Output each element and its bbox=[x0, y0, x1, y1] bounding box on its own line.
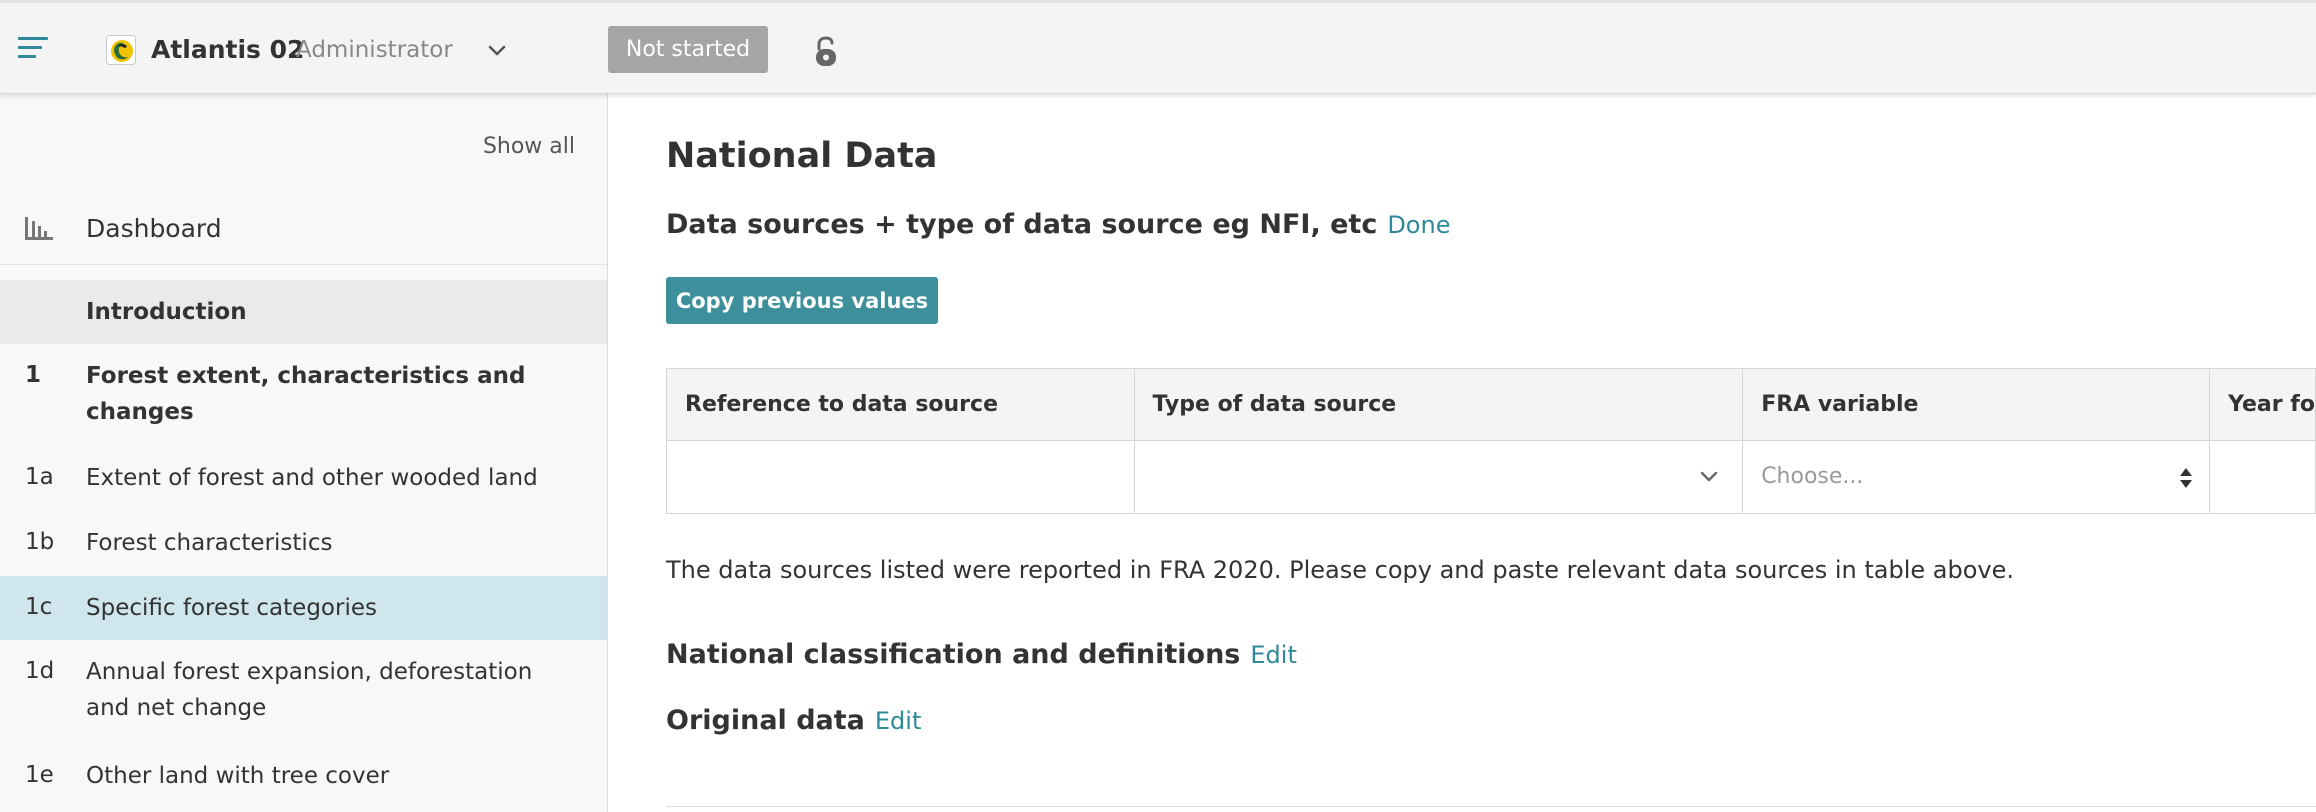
divider bbox=[666, 806, 2316, 807]
column-header-type: Type of data source bbox=[1133, 368, 1744, 441]
column-header-reference: Reference to data source bbox=[666, 368, 1135, 441]
sidebar-item-1b[interactable]: 1b Forest characteristics bbox=[0, 512, 607, 576]
sidebar-item-label: Forest extent, characteristics and chang… bbox=[86, 363, 526, 425]
type-select[interactable] bbox=[1133, 440, 1744, 514]
column-header-year: Year fo bbox=[2209, 368, 2316, 441]
sidebar-item-number: 1a bbox=[25, 464, 54, 490]
show-all-button[interactable]: Show all bbox=[483, 134, 575, 159]
national-classification-heading: National classification and definitions E… bbox=[666, 639, 1297, 670]
status-badge: Not started bbox=[608, 26, 768, 73]
sidebar-item-number: 1d bbox=[25, 658, 55, 684]
original-data-heading: Original data Edit bbox=[666, 705, 921, 736]
sidebar-item-label: Extent of forest and other wooded land bbox=[86, 465, 538, 491]
sidebar-item-number: 1c bbox=[25, 594, 53, 620]
reference-cell[interactable] bbox=[666, 440, 1135, 514]
sidebar-item-number: 1b bbox=[25, 529, 55, 555]
top-bar: Atlantis 02 Administrator Not started bbox=[0, 0, 2316, 94]
sidebar: Show all Dashboard Introduction 1 Forest… bbox=[0, 94, 608, 812]
page-title: National Data bbox=[666, 136, 938, 176]
sidebar-item-1a[interactable]: 1a Extent of forest and other wooded lan… bbox=[0, 448, 607, 512]
table-row: Choose... bbox=[666, 440, 2316, 514]
sort-arrows-icon bbox=[2180, 468, 2193, 488]
sidebar-item-introduction[interactable]: Introduction bbox=[0, 280, 607, 344]
sidebar-item-number: 1e bbox=[25, 762, 54, 788]
done-link[interactable]: Done bbox=[1387, 211, 1450, 239]
sidebar-item-label: Specific forest categories bbox=[86, 595, 377, 621]
divider bbox=[0, 264, 607, 265]
chevron-down-icon bbox=[1700, 471, 1718, 482]
menu-icon[interactable] bbox=[18, 37, 48, 59]
sidebar-item-1d[interactable]: 1d Annual forest expansion, deforestatio… bbox=[0, 640, 607, 746]
chevron-down-icon[interactable] bbox=[486, 39, 508, 61]
table-header-row: Reference to data source Type of data so… bbox=[666, 368, 2316, 441]
year-cell[interactable] bbox=[2209, 440, 2316, 514]
unlock-icon[interactable] bbox=[813, 36, 839, 68]
bar-chart-icon bbox=[25, 217, 53, 240]
sidebar-item-1e[interactable]: 1e Other land with tree cover bbox=[0, 746, 607, 810]
sidebar-item-label: Introduction bbox=[86, 299, 247, 325]
sidebar-item-dashboard[interactable]: Dashboard bbox=[0, 190, 607, 262]
sidebar-item-1c[interactable]: 1c Specific forest categories bbox=[0, 576, 607, 640]
column-header-fra-variable: FRA variable bbox=[1742, 368, 2211, 441]
select-placeholder: Choose... bbox=[1761, 464, 1864, 489]
data-sources-note: The data sources listed were reported in… bbox=[666, 556, 2014, 584]
data-sources-heading: Data sources + type of data source eg NF… bbox=[666, 209, 1450, 240]
edit-link[interactable]: Edit bbox=[1250, 641, 1296, 669]
data-sources-table: Reference to data source Type of data so… bbox=[666, 368, 2316, 514]
sidebar-item-1[interactable]: 1 Forest extent, characteristics and cha… bbox=[0, 344, 607, 448]
sidebar-item-label: Other land with tree cover bbox=[86, 763, 390, 789]
reference-input[interactable] bbox=[667, 441, 1134, 513]
main-content: National Data Data sources + type of dat… bbox=[608, 94, 2316, 812]
copy-previous-values-button[interactable]: Copy previous values bbox=[666, 277, 938, 324]
sidebar-item-label: Dashboard bbox=[86, 214, 222, 243]
section-title: Original data bbox=[666, 705, 865, 736]
section-title: Data sources + type of data source eg NF… bbox=[666, 209, 1378, 240]
section-title: National classification and definitions bbox=[666, 639, 1241, 670]
sidebar-item-number: 1 bbox=[25, 362, 42, 388]
sidebar-item-label: Annual forest expansion, deforestation a… bbox=[86, 659, 533, 721]
edit-link[interactable]: Edit bbox=[875, 707, 921, 735]
country-name[interactable]: Atlantis 02 bbox=[151, 35, 304, 64]
sidebar-item-label: Forest characteristics bbox=[86, 530, 333, 556]
year-input[interactable] bbox=[2210, 441, 2315, 513]
country-flag-icon bbox=[106, 35, 136, 65]
user-role: Administrator bbox=[296, 37, 453, 63]
fra-variable-select[interactable]: Choose... bbox=[1742, 440, 2211, 514]
